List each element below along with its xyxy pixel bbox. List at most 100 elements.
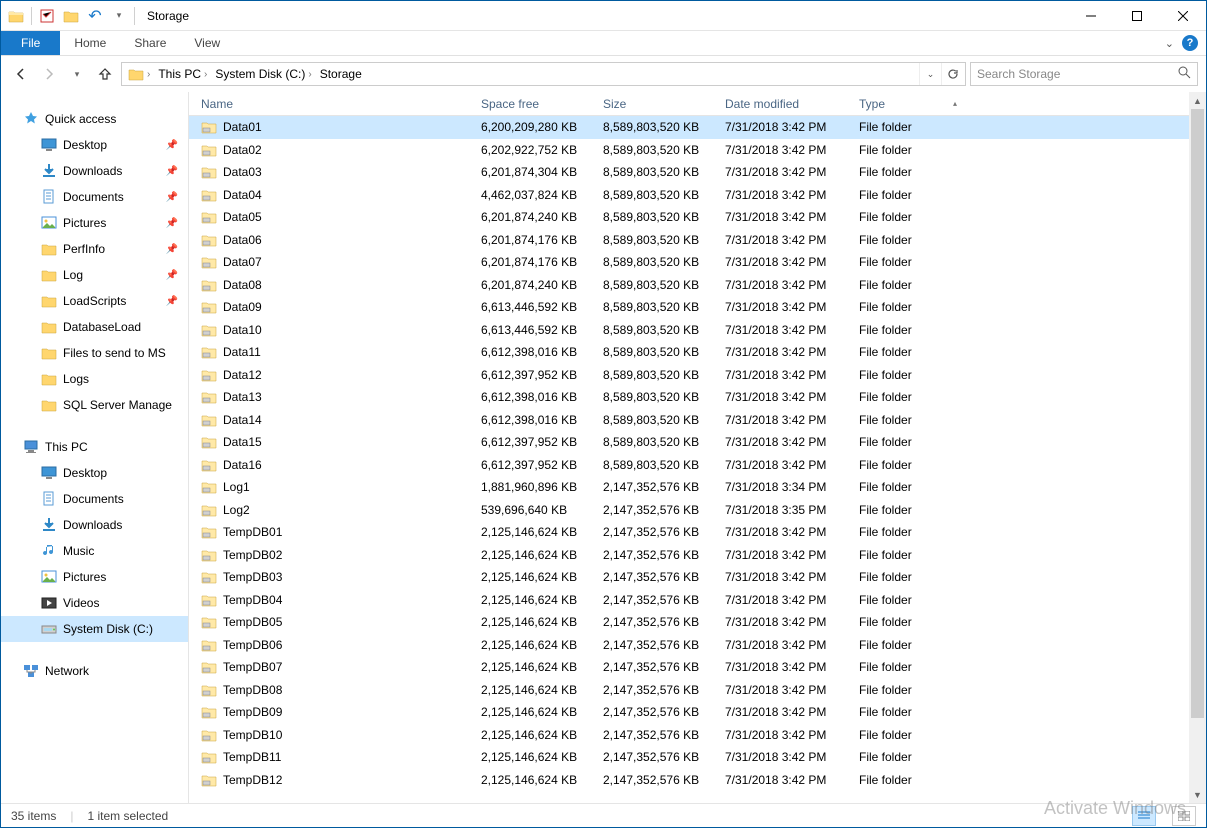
ribbon: File Home Share View ⌄ ? [1, 31, 1206, 56]
tab-home[interactable]: Home [60, 31, 120, 55]
tab-view[interactable]: View [180, 31, 234, 55]
file-row[interactable]: Data066,201,874,176 KB8,589,803,520 KB7/… [189, 229, 1206, 252]
properties-icon[interactable] [36, 5, 58, 27]
sidebar-item-desktop[interactable]: Desktop [1, 460, 188, 486]
documents-icon [41, 189, 57, 205]
file-row[interactable]: Data146,612,398,016 KB8,589,803,520 KB7/… [189, 409, 1206, 432]
music-icon [41, 543, 57, 559]
sidebar-item-music[interactable]: Music [1, 538, 188, 564]
tab-file[interactable]: File [1, 31, 60, 55]
column-type[interactable]: Type▴ [853, 97, 963, 111]
vertical-scrollbar[interactable]: ▲ ▼ [1189, 92, 1206, 803]
crumb-system-disk[interactable]: System Disk (C:)› [211, 67, 315, 81]
file-row[interactable]: Data136,612,398,016 KB8,589,803,520 KB7/… [189, 386, 1206, 409]
file-row[interactable]: Data076,201,874,176 KB8,589,803,520 KB7/… [189, 251, 1206, 274]
file-row[interactable]: TempDB062,125,146,624 KB2,147,352,576 KB… [189, 634, 1206, 657]
sidebar-item-log[interactable]: Log📌 [1, 262, 188, 288]
sidebar-item-system-disk-c-[interactable]: System Disk (C:) [1, 616, 188, 642]
minimize-button[interactable] [1068, 1, 1114, 31]
file-row[interactable]: Data156,612,397,952 KB8,589,803,520 KB7/… [189, 431, 1206, 454]
file-row[interactable]: TempDB122,125,146,624 KB2,147,352,576 KB… [189, 769, 1206, 792]
file-row[interactable]: TempDB042,125,146,624 KB2,147,352,576 KB… [189, 589, 1206, 612]
title-bar: ↶ ▾ Storage [1, 1, 1206, 31]
crumb-storage[interactable]: Storage [316, 67, 366, 81]
file-row[interactable]: TempDB022,125,146,624 KB2,147,352,576 KB… [189, 544, 1206, 567]
file-row[interactable]: Data166,612,397,952 KB8,589,803,520 KB7/… [189, 454, 1206, 477]
sidebar-item-videos[interactable]: Videos [1, 590, 188, 616]
file-row[interactable]: Data016,200,209,280 KB8,589,803,520 KB7/… [189, 116, 1206, 139]
sidebar-item-pictures[interactable]: Pictures [1, 564, 188, 590]
file-row[interactable]: Data026,202,922,752 KB8,589,803,520 KB7/… [189, 139, 1206, 162]
file-row[interactable]: Data086,201,874,240 KB8,589,803,520 KB7/… [189, 274, 1206, 297]
file-row[interactable]: TempDB112,125,146,624 KB2,147,352,576 KB… [189, 746, 1206, 769]
qat-dropdown-icon[interactable]: ▾ [108, 5, 130, 27]
file-row[interactable]: Data116,612,398,016 KB8,589,803,520 KB7/… [189, 341, 1206, 364]
navigation-pane: Quick accessDesktop📌Downloads📌Documents📌… [1, 92, 189, 803]
address-dropdown-button[interactable]: ⌄ [919, 63, 941, 85]
new-folder-icon[interactable] [60, 5, 82, 27]
pin-icon: 📌 [166, 296, 178, 307]
file-row[interactable]: TempDB082,125,146,624 KB2,147,352,576 KB… [189, 679, 1206, 702]
sidebar-item-downloads[interactable]: Downloads [1, 512, 188, 538]
column-name[interactable]: Name [195, 97, 475, 111]
file-row[interactable]: TempDB032,125,146,624 KB2,147,352,576 KB… [189, 566, 1206, 589]
file-list-pane: Name Space free Size Date modified Type▴… [189, 92, 1206, 803]
sidebar-quick-access[interactable]: Quick access [1, 106, 188, 132]
network-icon [23, 663, 39, 679]
recent-locations-button[interactable]: ▾ [65, 62, 89, 86]
sidebar-item-desktop[interactable]: Desktop📌 [1, 132, 188, 158]
file-row[interactable]: Data036,201,874,304 KB8,589,803,520 KB7/… [189, 161, 1206, 184]
file-row[interactable]: Data096,613,446,592 KB8,589,803,520 KB7/… [189, 296, 1206, 319]
ribbon-collapse-icon[interactable]: ⌄ [1165, 37, 1174, 50]
up-button[interactable] [93, 62, 117, 86]
sidebar-item-perfinfo[interactable]: PerfInfo📌 [1, 236, 188, 262]
column-space-free[interactable]: Space free [475, 97, 597, 111]
file-row[interactable]: TempDB012,125,146,624 KB2,147,352,576 KB… [189, 521, 1206, 544]
sidebar-item-downloads[interactable]: Downloads📌 [1, 158, 188, 184]
tab-share[interactable]: Share [120, 31, 180, 55]
address-icon: › [124, 67, 154, 81]
status-selection: 1 item selected [87, 809, 168, 823]
file-row[interactable]: Log11,881,960,896 KB2,147,352,576 KB7/31… [189, 476, 1206, 499]
sidebar-network[interactable]: Network [1, 658, 188, 684]
back-button[interactable] [9, 62, 33, 86]
sidebar-item-documents[interactable]: Documents [1, 486, 188, 512]
file-row[interactable]: Data044,462,037,824 KB8,589,803,520 KB7/… [189, 184, 1206, 207]
maximize-button[interactable] [1114, 1, 1160, 31]
file-row[interactable]: Data126,612,397,952 KB8,589,803,520 KB7/… [189, 364, 1206, 387]
sidebar-item-loadscripts[interactable]: LoadScripts📌 [1, 288, 188, 314]
search-placeholder: Search Storage [977, 67, 1178, 81]
crumb-this-pc[interactable]: This PC› [154, 67, 211, 81]
file-row[interactable]: TempDB052,125,146,624 KB2,147,352,576 KB… [189, 611, 1206, 634]
column-date-modified[interactable]: Date modified [719, 97, 853, 111]
sidebar-item-databaseload[interactable]: DatabaseLoad [1, 314, 188, 340]
refresh-button[interactable] [941, 63, 963, 85]
sidebar-item-pictures[interactable]: Pictures📌 [1, 210, 188, 236]
file-row[interactable]: TempDB092,125,146,624 KB2,147,352,576 KB… [189, 701, 1206, 724]
search-box[interactable]: Search Storage [970, 62, 1198, 86]
help-icon[interactable]: ? [1182, 35, 1198, 51]
thumbnails-view-button[interactable] [1172, 806, 1196, 826]
file-row[interactable]: TempDB102,125,146,624 KB2,147,352,576 KB… [189, 724, 1206, 747]
sidebar-item-logs[interactable]: Logs [1, 366, 188, 392]
undo-icon[interactable]: ↶ [84, 5, 106, 27]
file-row[interactable]: TempDB072,125,146,624 KB2,147,352,576 KB… [189, 656, 1206, 679]
file-row[interactable]: Data056,201,874,240 KB8,589,803,520 KB7/… [189, 206, 1206, 229]
folder-icon [41, 267, 57, 283]
details-view-button[interactable] [1132, 806, 1156, 826]
window-title: Storage [147, 9, 189, 23]
close-button[interactable] [1160, 1, 1206, 31]
scroll-down-button[interactable]: ▼ [1189, 786, 1206, 803]
sidebar-item-files-to-send-to-ms[interactable]: Files to send to MS [1, 340, 188, 366]
scroll-thumb[interactable] [1191, 109, 1204, 718]
sidebar-item-sql-server-manage[interactable]: SQL Server Manage [1, 392, 188, 418]
sidebar-this-pc[interactable]: This PC [1, 434, 188, 460]
file-row[interactable]: Data106,613,446,592 KB8,589,803,520 KB7/… [189, 319, 1206, 342]
scroll-up-button[interactable]: ▲ [1189, 92, 1206, 109]
column-size[interactable]: Size [597, 97, 719, 111]
address-bar[interactable]: › This PC› System Disk (C:)› Storage ⌄ [121, 62, 966, 86]
sort-indicator-icon: ▴ [953, 99, 957, 108]
sidebar-item-documents[interactable]: Documents📌 [1, 184, 188, 210]
forward-button[interactable] [37, 62, 61, 86]
file-row[interactable]: Log2539,696,640 KB2,147,352,576 KB7/31/2… [189, 499, 1206, 522]
